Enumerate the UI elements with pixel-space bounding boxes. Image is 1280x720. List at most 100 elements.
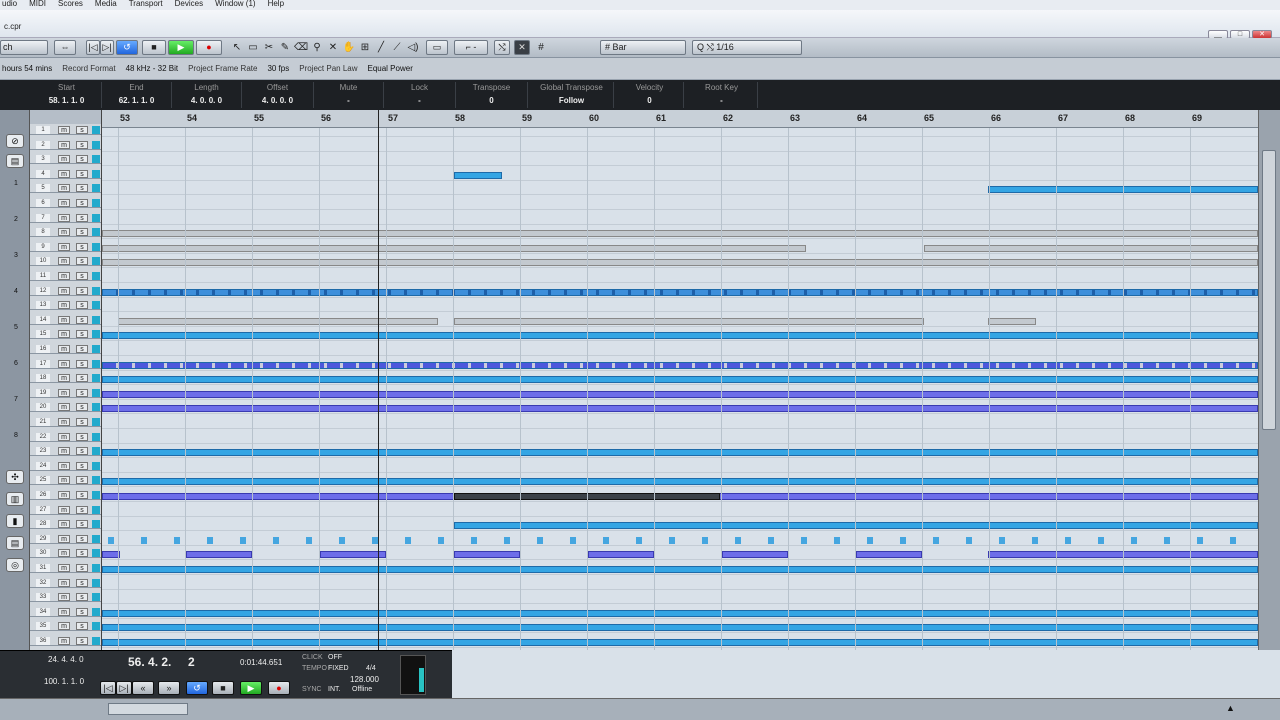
midi-part[interactable] bbox=[722, 551, 788, 559]
infoline-value[interactable]: 4. 0. 0. 0 bbox=[172, 94, 241, 108]
midi-part[interactable] bbox=[102, 332, 1258, 340]
track-row[interactable]: 8ms bbox=[30, 228, 101, 238]
solo-button[interactable]: s bbox=[76, 169, 88, 178]
midi-part[interactable] bbox=[102, 624, 1258, 632]
midi-part[interactable] bbox=[102, 609, 1258, 617]
mute-button[interactable]: m bbox=[58, 476, 70, 485]
solo-button[interactable]: s bbox=[76, 301, 88, 310]
track-row[interactable]: 3ms bbox=[30, 155, 101, 165]
track-row[interactable]: 27 m s bbox=[30, 505, 101, 515]
infoline-field[interactable]: Transpose 0 bbox=[456, 82, 528, 108]
mute-button[interactable]: m bbox=[58, 418, 70, 426]
range-tool-icon[interactable]: ▭ bbox=[246, 41, 260, 55]
midi-part[interactable] bbox=[102, 288, 1258, 296]
tempo-value[interactable]: 128.000 bbox=[350, 675, 379, 684]
transport-record-button[interactable]: ● bbox=[268, 681, 290, 695]
solo-button[interactable]: s bbox=[76, 637, 88, 645]
stop-button[interactable]: ■ bbox=[142, 40, 166, 55]
mute-button[interactable]: m bbox=[58, 359, 70, 368]
track-lane[interactable] bbox=[102, 347, 1258, 356]
menu-item[interactable]: Window (1) bbox=[215, 0, 255, 10]
track-lane[interactable] bbox=[102, 493, 1258, 502]
vertical-scroll-thumb[interactable] bbox=[1262, 150, 1276, 430]
solo-button[interactable]: s bbox=[76, 374, 88, 383]
track-lane[interactable] bbox=[102, 624, 1258, 634]
track-row[interactable]: 29 m s bbox=[30, 534, 101, 544]
solo-button[interactable]: s bbox=[76, 520, 88, 529]
track-row[interactable]: 7ms bbox=[30, 213, 101, 223]
track-lane[interactable] bbox=[102, 390, 1258, 400]
midi-part[interactable] bbox=[102, 405, 1258, 413]
infoline-value[interactable]: - bbox=[314, 94, 383, 108]
solo-button[interactable]: s bbox=[76, 418, 88, 426]
midi-part[interactable] bbox=[988, 317, 1036, 325]
mute-button[interactable]: m bbox=[58, 432, 70, 441]
track-lane[interactable] bbox=[102, 332, 1258, 342]
mute-button[interactable]: m bbox=[58, 330, 70, 339]
track-row[interactable]: 19 m s bbox=[30, 388, 101, 398]
mute-button[interactable]: m bbox=[58, 272, 70, 280]
solo-button[interactable]: s bbox=[76, 461, 88, 470]
mute-button[interactable]: m bbox=[58, 199, 70, 207]
autoscroll-button[interactable]: ⌐ - bbox=[454, 40, 488, 55]
track-row[interactable]: 1ms bbox=[30, 126, 101, 135]
midi-part[interactable] bbox=[454, 317, 924, 325]
right-locator[interactable]: 100. 1. 1. 0 bbox=[44, 677, 84, 686]
horizontal-scroll-thumb[interactable] bbox=[108, 703, 188, 715]
solo-button[interactable]: s bbox=[76, 388, 88, 397]
track-lane[interactable] bbox=[102, 478, 1258, 488]
mute-button[interactable]: m bbox=[58, 564, 70, 572]
track-row[interactable]: 4ms bbox=[30, 169, 101, 179]
solo-button[interactable]: s bbox=[76, 272, 88, 280]
solo-button[interactable]: s bbox=[76, 359, 88, 368]
track-row[interactable]: 33 m s bbox=[30, 593, 101, 603]
mute-button[interactable]: m bbox=[58, 447, 70, 456]
menu-item[interactable]: Media bbox=[95, 0, 117, 10]
track-row[interactable]: 11 m s bbox=[30, 272, 101, 281]
mute-button[interactable]: m bbox=[58, 169, 70, 178]
track-lane[interactable] bbox=[102, 317, 1258, 327]
solo-button[interactable]: s bbox=[76, 447, 88, 456]
solo-button[interactable]: s bbox=[76, 330, 88, 339]
solo-button[interactable]: s bbox=[76, 155, 88, 164]
track-lane[interactable] bbox=[102, 508, 1258, 517]
horizontal-scrollbar[interactable]: ▲ bbox=[0, 698, 1280, 720]
track-lane[interactable] bbox=[102, 157, 1258, 167]
mute-button[interactable]: m bbox=[58, 140, 70, 149]
transport-play-button[interactable]: ▶ bbox=[240, 681, 262, 695]
midi-part[interactable] bbox=[102, 390, 1258, 398]
left-locator[interactable]: 24. 4. 4. 0 bbox=[48, 655, 84, 664]
track-lane[interactable] bbox=[102, 361, 1258, 371]
infoline-value[interactable]: - bbox=[384, 94, 455, 108]
track-lane[interactable] bbox=[102, 201, 1258, 210]
infoline-field[interactable]: End 62. 1. 1. 0 bbox=[102, 82, 172, 108]
mute-button[interactable]: m bbox=[58, 374, 70, 383]
track-lane[interactable] bbox=[102, 566, 1258, 575]
track-lane[interactable] bbox=[102, 171, 1258, 181]
track-lane[interactable] bbox=[102, 216, 1258, 225]
midi-part[interactable] bbox=[108, 536, 1258, 544]
midi-part[interactable] bbox=[118, 317, 438, 325]
mute-button[interactable]: m bbox=[58, 213, 70, 222]
solo-button[interactable]: s bbox=[76, 126, 88, 134]
grid-type-select[interactable]: # Bar bbox=[600, 40, 686, 55]
midi-part[interactable] bbox=[320, 551, 386, 559]
transport-end-button[interactable]: ▷| bbox=[116, 681, 132, 695]
tempo-mode[interactable]: FIXED bbox=[328, 665, 349, 672]
track-lane[interactable] bbox=[102, 435, 1258, 444]
solo-button[interactable]: s bbox=[76, 286, 88, 295]
midi-part[interactable] bbox=[454, 522, 1258, 530]
cycle-button[interactable]: ↺ bbox=[116, 40, 138, 55]
track-lane[interactable] bbox=[102, 522, 1258, 532]
track-lane[interactable] bbox=[102, 143, 1258, 152]
mute-button[interactable]: m bbox=[58, 184, 70, 193]
midi-part[interactable] bbox=[102, 639, 1258, 646]
midi-part[interactable] bbox=[186, 551, 252, 559]
track-lane[interactable] bbox=[102, 420, 1258, 429]
track-lane[interactable] bbox=[102, 259, 1258, 269]
folder-icon[interactable]: ▤ bbox=[6, 154, 24, 168]
track-lane[interactable] bbox=[102, 464, 1258, 473]
click-value[interactable]: OFF bbox=[328, 654, 342, 661]
ruler[interactable]: 53 54 55 56 57 58 59 60 61 62 63 64 65 66 67 68 69 bbox=[102, 110, 1258, 128]
snap-button[interactable]: ⤭ bbox=[494, 40, 510, 55]
